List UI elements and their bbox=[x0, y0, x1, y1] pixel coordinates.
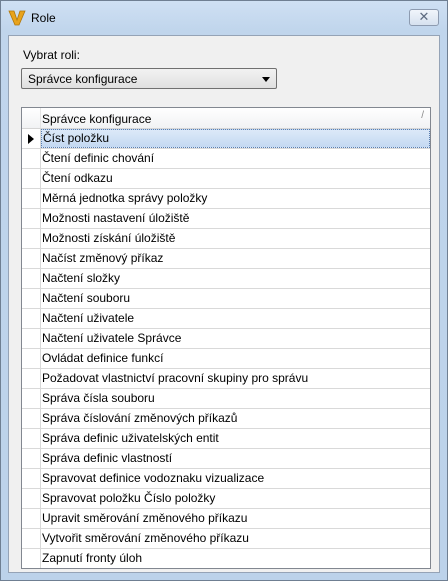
grid-row[interactable]: Možnosti získání úložiště bbox=[22, 229, 430, 249]
grid-row[interactable]: Číst položku bbox=[22, 129, 430, 149]
permission-cell[interactable]: Číst položku bbox=[41, 129, 430, 148]
row-header-cell[interactable] bbox=[22, 229, 41, 248]
grid-row[interactable]: Správa číslování změnových příkazů bbox=[22, 409, 430, 429]
permission-cell[interactable]: Požadovat vlastnictví pracovní skupiny p… bbox=[41, 369, 430, 388]
close-button[interactable]: ✕ bbox=[409, 9, 439, 26]
permission-cell[interactable]: Možnosti získání úložiště bbox=[41, 229, 430, 248]
grid-rows: Číst položku Čtení definic chování Čtení o… bbox=[22, 129, 430, 568]
grid-row[interactable]: Možnosti nastavení úložiště bbox=[22, 209, 430, 229]
grid-row[interactable]: Ovládat definice funkcí bbox=[22, 349, 430, 369]
row-header-cell[interactable] bbox=[22, 289, 41, 308]
permission-cell[interactable]: Správa definic vlastností bbox=[41, 449, 430, 468]
permission-cell[interactable]: Ovládat definice funkcí bbox=[41, 349, 430, 368]
role-dropdown-value: Správce konfigurace bbox=[28, 72, 138, 86]
grid-row[interactable]: Vytvořit směrování změnového příkazu bbox=[22, 529, 430, 549]
grid-row[interactable]: Spravovat položku Číslo položky bbox=[22, 489, 430, 509]
row-header-cell[interactable] bbox=[22, 349, 41, 368]
permissions-grid[interactable]: Správce konfigurace / Číst položku Čtení … bbox=[21, 107, 431, 569]
permission-cell[interactable]: Spravovat definice vodoznaku vizualizace bbox=[41, 469, 430, 488]
row-header-cell[interactable] bbox=[22, 189, 41, 208]
grid-row[interactable]: Správa čísla souboru bbox=[22, 389, 430, 409]
grid-header: Správce konfigurace / bbox=[22, 108, 430, 129]
role-label: Vybrat roli: bbox=[23, 48, 80, 62]
grid-row[interactable]: Načíst změnový příkaz bbox=[22, 249, 430, 269]
window-title: Role bbox=[31, 11, 56, 25]
row-header-cell[interactable] bbox=[22, 549, 41, 568]
row-header-cell[interactable] bbox=[22, 309, 41, 328]
row-header-cell[interactable] bbox=[22, 129, 41, 148]
grid-corner-cell[interactable] bbox=[22, 108, 41, 128]
row-header-cell[interactable] bbox=[22, 489, 41, 508]
row-header-cell[interactable] bbox=[22, 209, 41, 228]
grid-row[interactable]: Čtení definic chování bbox=[22, 149, 430, 169]
permission-cell[interactable]: Načtení souboru bbox=[41, 289, 430, 308]
column-header[interactable]: Správce konfigurace bbox=[42, 112, 151, 126]
row-header-cell[interactable] bbox=[22, 529, 41, 548]
permission-cell[interactable]: Vytvořit směrování změnového příkazu bbox=[41, 529, 430, 548]
permission-cell[interactable]: Možnosti nastavení úložiště bbox=[41, 209, 430, 228]
permission-cell[interactable]: Načtení složky bbox=[41, 269, 430, 288]
dialog-content: Vybrat roli: Správce konfigurace Správce… bbox=[8, 35, 440, 573]
role-dialog: Role ✕ Vybrat roli: Správce konfigurace … bbox=[0, 0, 448, 581]
row-header-cell[interactable] bbox=[22, 389, 41, 408]
role-dropdown[interactable]: Správce konfigurace bbox=[21, 68, 277, 89]
permission-cell[interactable]: Spravovat položku Číslo položky bbox=[41, 489, 430, 508]
row-header-cell[interactable] bbox=[22, 509, 41, 528]
grid-row[interactable]: Načtení uživatele bbox=[22, 309, 430, 329]
grid-row[interactable]: Čtení odkazu bbox=[22, 169, 430, 189]
grid-row[interactable]: Měrná jednotka správy položky bbox=[22, 189, 430, 209]
grid-row[interactable]: Načtení souboru bbox=[22, 289, 430, 309]
permission-cell[interactable]: Čtení odkazu bbox=[41, 169, 430, 188]
grid-row[interactable]: Upravit směrování změnového příkazu bbox=[22, 509, 430, 529]
permission-cell[interactable]: Upravit směrování změnového příkazu bbox=[41, 509, 430, 528]
permission-cell[interactable]: Načíst změnový příkaz bbox=[41, 249, 430, 268]
grid-row[interactable]: Načtení složky bbox=[22, 269, 430, 289]
permission-cell[interactable]: Načtení uživatele Správce bbox=[41, 329, 430, 348]
close-icon: ✕ bbox=[418, 9, 430, 24]
permission-cell[interactable]: Načtení uživatele bbox=[41, 309, 430, 328]
grid-row[interactable]: Zapnutí fronty úloh bbox=[22, 549, 430, 568]
row-header-cell[interactable] bbox=[22, 369, 41, 388]
title-bar[interactable]: Role ✕ bbox=[1, 1, 447, 35]
permission-cell[interactable]: Měrná jednotka správy položky bbox=[41, 189, 430, 208]
sort-icon: / bbox=[421, 110, 424, 121]
permission-cell[interactable]: Správa číslování změnových příkazů bbox=[41, 409, 430, 428]
vault-logo-icon bbox=[8, 10, 26, 26]
row-header-cell[interactable] bbox=[22, 409, 41, 428]
grid-row[interactable]: Správa definic vlastností bbox=[22, 449, 430, 469]
row-header-cell[interactable] bbox=[22, 469, 41, 488]
grid-row[interactable]: Požadovat vlastnictví pracovní skupiny p… bbox=[22, 369, 430, 389]
grid-row[interactable]: Spravovat definice vodoznaku vizualizace bbox=[22, 469, 430, 489]
permission-cell[interactable]: Čtení definic chování bbox=[41, 149, 430, 168]
row-header-cell[interactable] bbox=[22, 449, 41, 468]
row-header-cell[interactable] bbox=[22, 169, 41, 188]
permission-cell[interactable]: Správa čísla souboru bbox=[41, 389, 430, 408]
grid-row[interactable]: Načtení uživatele Správce bbox=[22, 329, 430, 349]
row-header-cell[interactable] bbox=[22, 269, 41, 288]
permission-cell[interactable]: Zapnutí fronty úloh bbox=[41, 549, 430, 568]
row-header-cell[interactable] bbox=[22, 249, 41, 268]
row-header-cell[interactable] bbox=[22, 149, 41, 168]
grid-row[interactable]: Správa definic uživatelských entit bbox=[22, 429, 430, 449]
permission-cell[interactable]: Správa definic uživatelských entit bbox=[41, 429, 430, 448]
current-row-arrow-icon bbox=[28, 134, 34, 144]
row-header-cell[interactable] bbox=[22, 329, 41, 348]
row-header-cell[interactable] bbox=[22, 429, 41, 448]
chevron-down-icon bbox=[262, 77, 270, 82]
